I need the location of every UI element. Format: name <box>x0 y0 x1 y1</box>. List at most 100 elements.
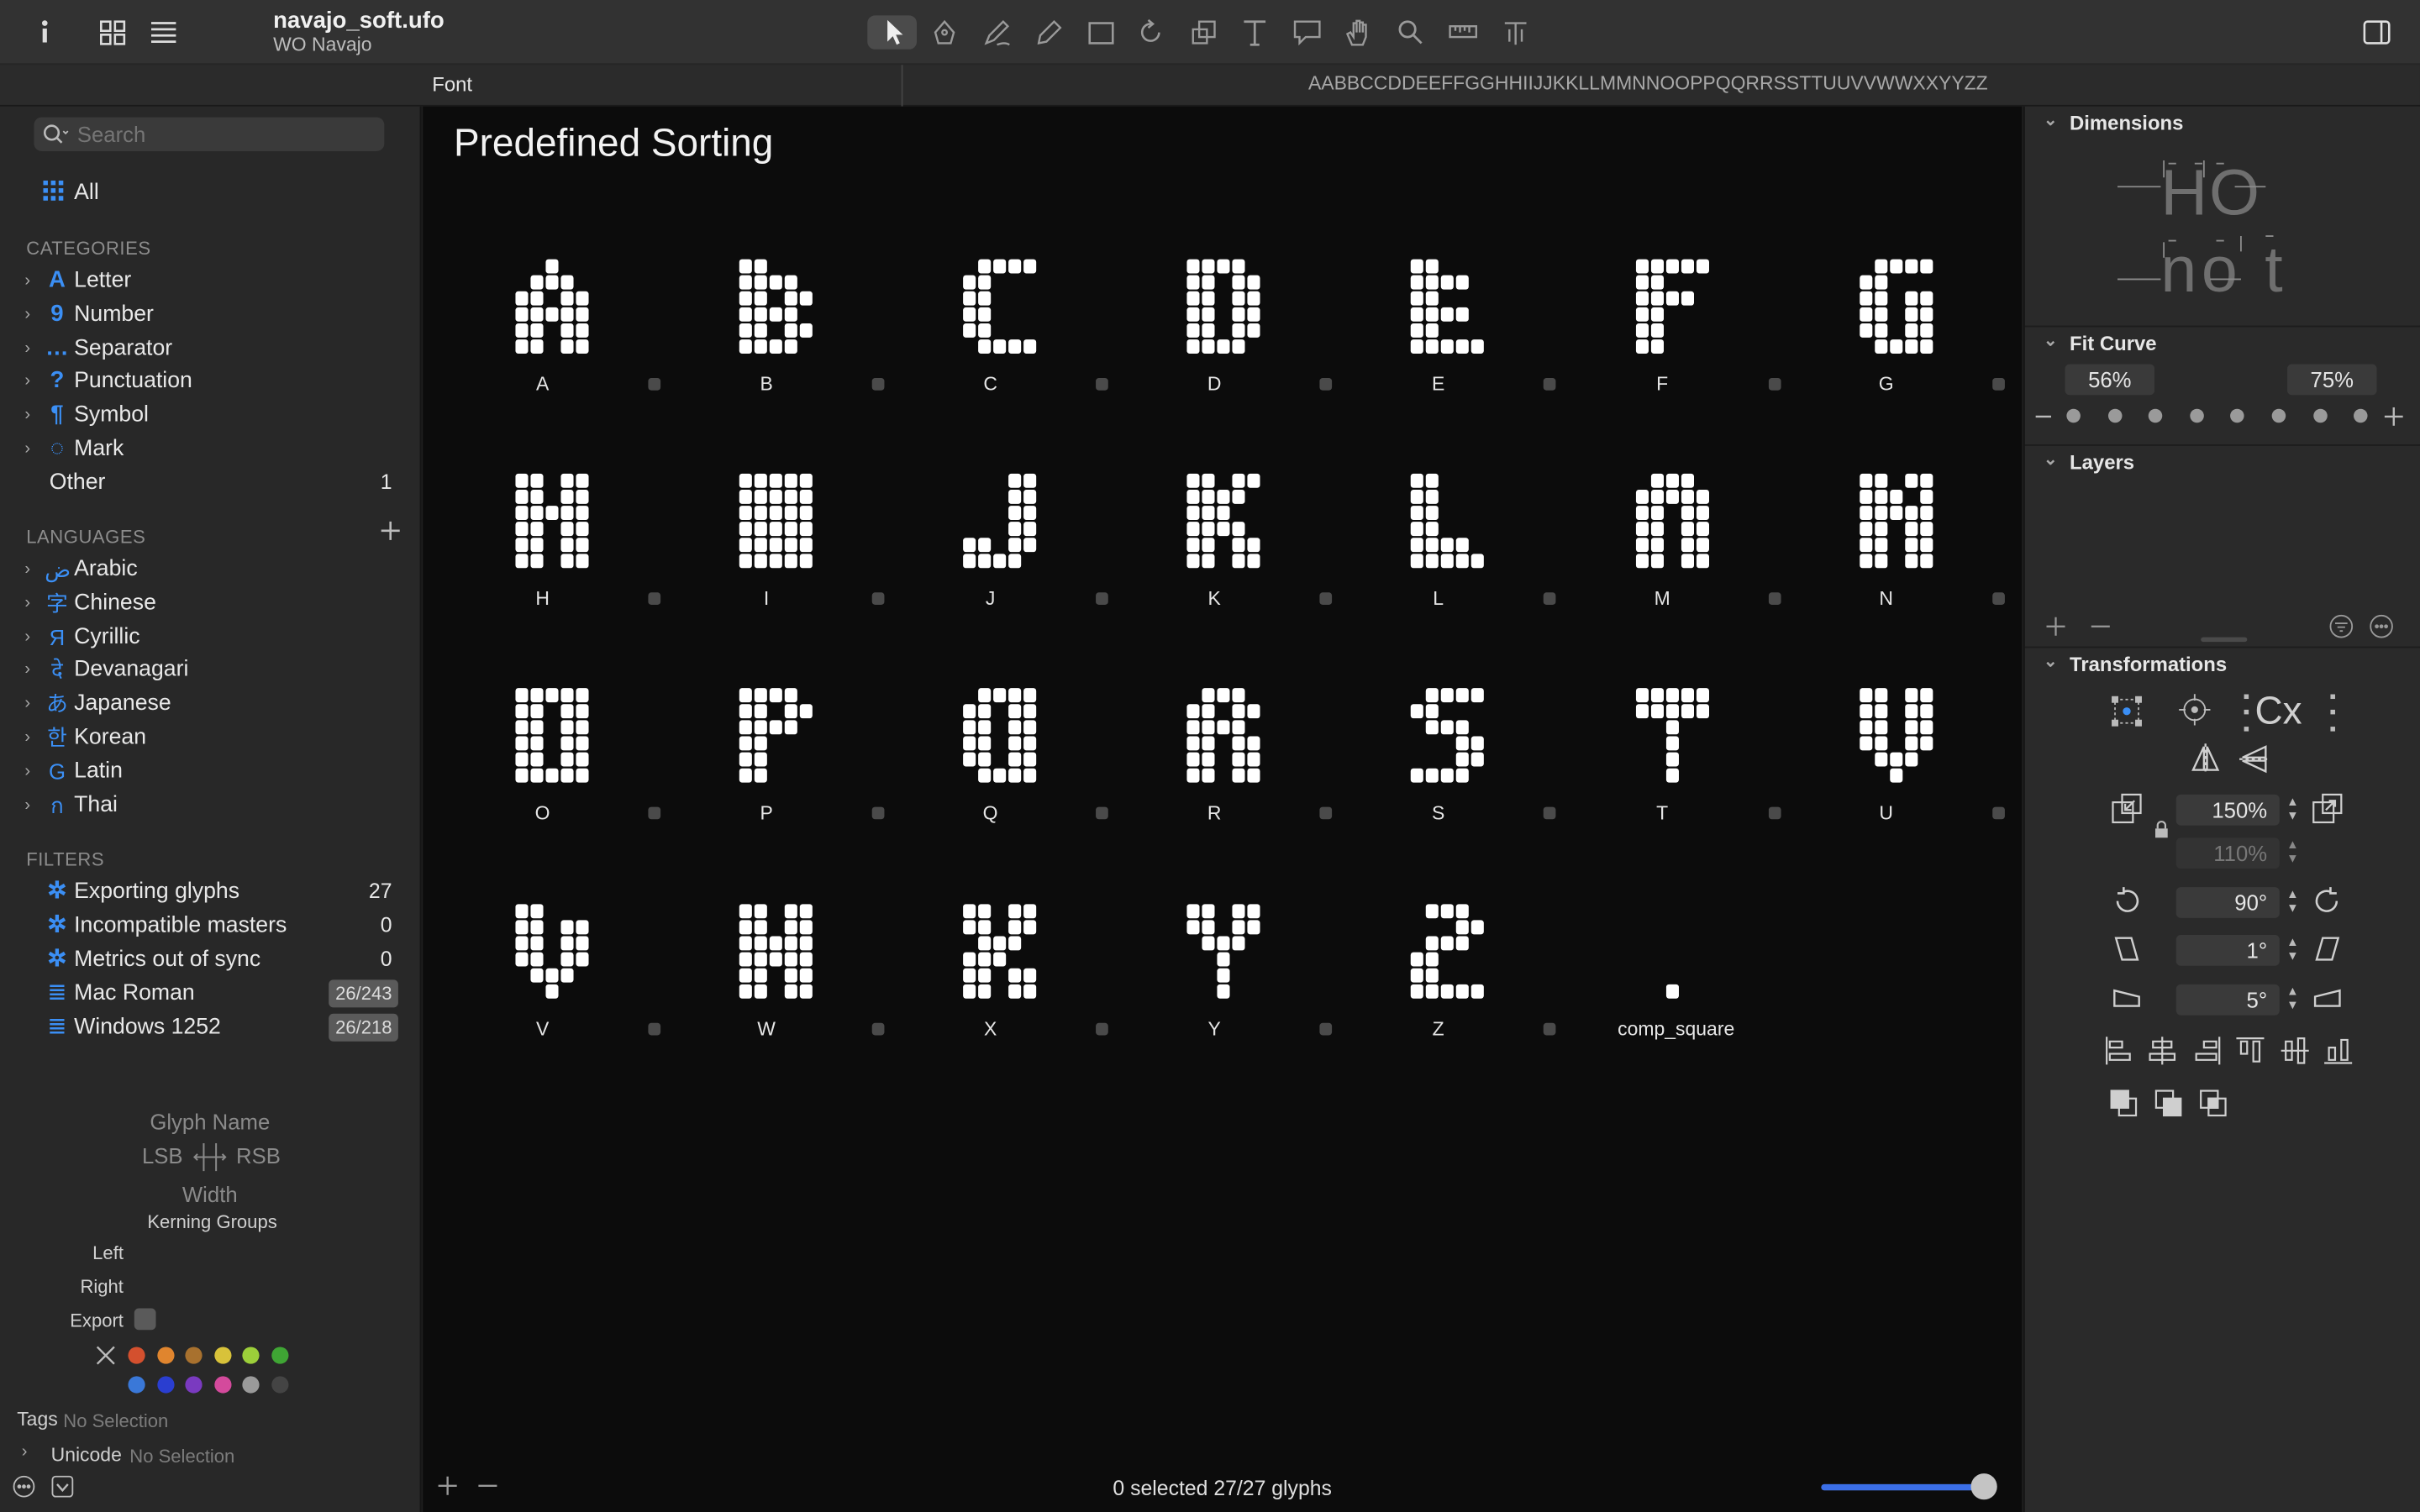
glyph-cell-O[interactable]: O <box>430 654 661 868</box>
align-bottom-icon[interactable] <box>2321 1034 2354 1068</box>
filter-item[interactable]: ✲ Exporting glyphs 27 <box>0 876 420 910</box>
scale-down-icon[interactable] <box>2110 791 2144 825</box>
annotation-tool-icon[interactable] <box>1292 17 1323 48</box>
filter-item[interactable]: ✲ Incompatible masters 0 <box>0 910 420 943</box>
chevron-right-icon[interactable]: › <box>24 594 39 616</box>
label-color-swatch[interactable] <box>243 1375 260 1393</box>
chevron-right-icon[interactable]: › <box>24 271 39 293</box>
label-color-swatch[interactable] <box>213 1375 232 1393</box>
glyph-cell-P[interactable]: P <box>655 654 885 868</box>
label-color-swatch[interactable] <box>185 1375 203 1393</box>
sidebar-item-devanagari[interactable]: › दे Devanagari <box>0 654 420 688</box>
sidebar-item-punctuation[interactable]: ›? Punctuation <box>0 366 420 400</box>
layers-section-header[interactable]: ⌄ Layers <box>2025 446 2420 480</box>
glyph-color-marker[interactable] <box>1991 592 2005 606</box>
fit-curve-step-dot[interactable] <box>2107 408 2122 423</box>
label-color-swatch[interactable] <box>243 1347 260 1364</box>
label-color-swatch[interactable] <box>271 1347 289 1364</box>
fit-curve-decrease-icon[interactable] <box>2034 406 2053 424</box>
tags-value[interactable]: No Selection <box>63 1410 168 1432</box>
transform-origin-bbox-icon[interactable] <box>2110 695 2150 735</box>
rotate-field[interactable]: 90° <box>2175 887 2280 918</box>
more-options-icon[interactable] <box>13 1475 36 1499</box>
sidebar-item-thai[interactable]: › ก Thai <box>0 790 420 823</box>
proportional-lock-icon[interactable] <box>2154 817 2169 838</box>
fit-curve-step-dot[interactable] <box>2189 408 2204 423</box>
hand-tool-icon[interactable] <box>1343 17 1374 48</box>
scale-tool-icon[interactable] <box>1188 17 1219 48</box>
glyph-cell-L[interactable]: L <box>1326 438 1557 653</box>
glyph-cell-N[interactable]: N <box>1774 438 2005 653</box>
export-checkbox[interactable] <box>134 1308 156 1331</box>
dimensions-preview[interactable]: HO no t <box>2117 156 2287 311</box>
boolean-union-icon[interactable] <box>2107 1086 2140 1120</box>
sidebar-item-symbol[interactable]: › ¶ Symbol <box>0 400 420 433</box>
sidebar-item-cyrillic[interactable]: › Я Cyrillic <box>0 621 420 654</box>
slant-right-icon[interactable] <box>2311 932 2344 965</box>
glyph-cell-G[interactable]: G <box>1774 223 2005 438</box>
chevron-right-icon[interactable]: › <box>24 627 39 649</box>
tab-font[interactable]: Font <box>0 65 903 107</box>
chevron-right-icon[interactable]: › <box>24 795 39 817</box>
scale-x-field[interactable]: 150% <box>2175 794 2280 826</box>
fit-curve-step-dot[interactable] <box>2230 408 2245 423</box>
sidebar-item-korean[interactable]: › 한 Korean <box>0 722 420 756</box>
rotate-cw-icon[interactable] <box>2311 884 2344 917</box>
label-color-swatch[interactable] <box>128 1347 145 1364</box>
fit-curve-step-dot[interactable] <box>2312 408 2328 423</box>
knife-tool-icon[interactable] <box>1500 17 1531 48</box>
fit-curve-min-field[interactable]: 56% <box>2065 364 2155 396</box>
sidebar-item-japanese[interactable]: › あ Japanese <box>0 689 420 722</box>
chevron-right-icon[interactable]: › <box>24 762 39 784</box>
flip-vertical-icon[interactable] <box>2238 742 2271 775</box>
unicode-expand-chevron-icon[interactable]: › <box>22 1442 28 1461</box>
sidebar-item-other[interactable]: Other 1 <box>0 468 420 501</box>
label-color-swatch[interactable] <box>156 1347 174 1364</box>
align-right-icon[interactable] <box>2190 1034 2223 1068</box>
layer-filter-icon[interactable] <box>2329 614 2354 638</box>
glyph-cell-K[interactable]: K <box>1102 438 1333 653</box>
glyph-list-item[interactable]: ≣ Windows 1252 26/218 <box>0 1012 420 1046</box>
text-string-tab[interactable]: AABBCCDDEEFFGGHHIIJJKKLLMMNNOOPPQQRRSSTT… <box>904 72 1988 94</box>
pen-tool-icon[interactable] <box>929 17 960 48</box>
grid-view-icon[interactable] <box>97 17 129 48</box>
chevron-right-icon[interactable]: › <box>24 406 39 428</box>
glyph-cell-T[interactable]: T <box>1550 654 1781 868</box>
fit-curve-step-dot[interactable] <box>2271 408 2286 423</box>
layer-options-icon[interactable] <box>2369 614 2393 638</box>
primitives-tool-icon[interactable] <box>1086 17 1118 48</box>
skew-field[interactable]: 5° <box>2175 984 2280 1016</box>
scale-up-icon[interactable] <box>2311 791 2344 825</box>
slant-stepper[interactable]: ▲ ▼ <box>2284 935 2301 966</box>
flip-horizontal-icon[interactable] <box>2188 742 2222 775</box>
scale-y-stepper[interactable]: ▲ ▼ <box>2284 837 2301 869</box>
slant-field[interactable]: 1° <box>2175 935 2280 966</box>
transform-origin-cx-button[interactable]: Cx <box>2241 690 2340 736</box>
sidebar-item-all[interactable]: All <box>0 177 420 211</box>
draw-tool-icon[interactable] <box>981 17 1013 48</box>
glyph-color-marker[interactable] <box>1991 807 2005 821</box>
list-view-icon[interactable] <box>148 17 179 48</box>
align-center-horizontal-icon[interactable] <box>2146 1034 2180 1068</box>
label-color-swatch[interactable] <box>128 1375 145 1393</box>
transform-origin-crosshair-icon[interactable] <box>2178 693 2218 733</box>
align-left-icon[interactable] <box>2102 1034 2136 1068</box>
label-color-swatch[interactable] <box>271 1375 289 1393</box>
boolean-intersect-icon[interactable] <box>2196 1086 2230 1120</box>
glyph-cell-B[interactable]: B <box>655 223 885 438</box>
fit-curve-step-dot[interactable] <box>2354 408 2368 423</box>
glyph-cell-R[interactable]: R <box>1102 654 1333 868</box>
fit-curve-max-field[interactable]: 75% <box>2287 364 2377 396</box>
glyph-cell-C[interactable]: C <box>878 223 1109 438</box>
fit-curve-step-dot[interactable] <box>2066 408 2081 423</box>
dimensions-section-header[interactable]: ⌄ Dimensions <box>2025 107 2420 140</box>
glyph-cell-E[interactable]: E <box>1326 223 1557 438</box>
chevron-right-icon[interactable]: › <box>24 372 39 394</box>
chevron-right-icon[interactable]: › <box>24 439 39 461</box>
sidebar-item-number[interactable]: › 9 Number <box>0 299 420 333</box>
glyph-cell-A[interactable]: A <box>430 223 661 438</box>
glyph-cell-H[interactable]: H <box>430 438 661 653</box>
sidebar-item-letter[interactable]: › A Letter <box>0 265 420 299</box>
scale-x-stepper[interactable]: ▲ ▼ <box>2284 795 2301 826</box>
fit-curve-step-dot[interactable] <box>2149 408 2163 423</box>
